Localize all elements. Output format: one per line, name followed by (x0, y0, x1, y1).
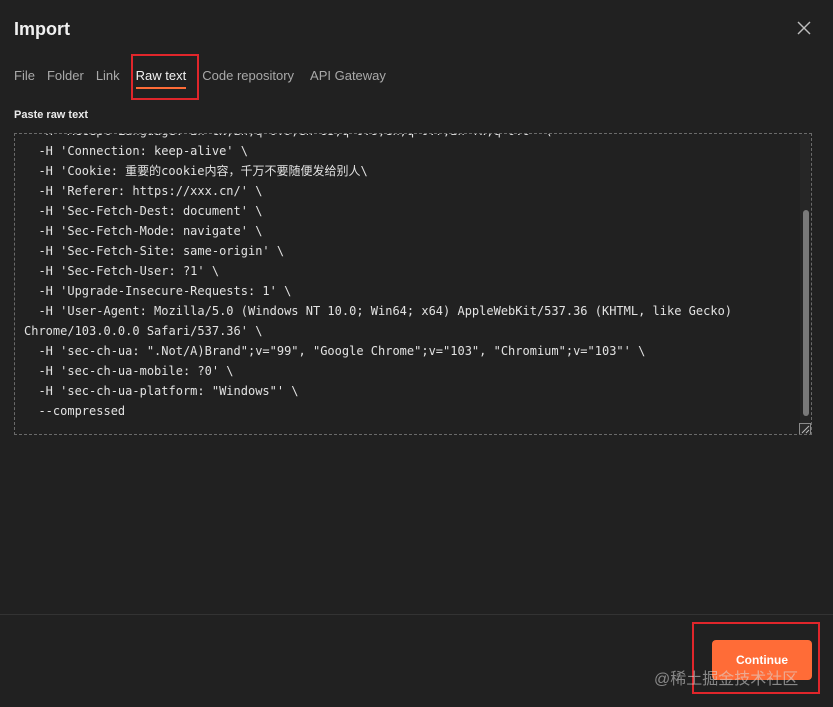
raw-text-line: -H 'sec-ch-ua-platform: "Windows"' \ (24, 384, 299, 398)
tab-api-gateway[interactable]: API Gateway (310, 62, 386, 93)
tab-folder[interactable]: Folder (47, 62, 84, 93)
close-button[interactable] (795, 19, 813, 37)
raw-text-content: -H 'Accept-Language: zh-CN,zh;q=0.9,en-U… (24, 134, 791, 421)
raw-text-line: -H 'Cookie: 重要的cookie内容，千万不要随便发给别人\ (24, 164, 368, 178)
raw-text-line: Chrome/103.0.0.0 Safari/537.36' \ (24, 324, 263, 338)
raw-text-line: -H 'Sec-Fetch-User: ?1' \ (24, 264, 220, 278)
tab-code-repository[interactable]: Code repository (202, 62, 294, 93)
raw-text-line: -H 'Sec-Fetch-Site: same-origin' \ (24, 244, 285, 258)
raw-text-line: -H 'Connection: keep-alive' \ (24, 144, 248, 158)
paste-raw-text-label: Paste raw text (14, 109, 88, 121)
dialog-title: Import (14, 19, 70, 39)
raw-text-line: -H 'Upgrade-Insecure-Requests: 1' \ (24, 284, 292, 298)
close-icon (797, 21, 811, 35)
raw-text-line: -H 'Sec-Fetch-Dest: document' \ (24, 204, 263, 218)
raw-text-line: -H 'Sec-Fetch-Mode: navigate' \ (24, 224, 263, 238)
raw-text-line: --compressed (24, 404, 126, 418)
raw-text-line: -H 'User-Agent: Mozilla/5.0 (Windows NT … (24, 304, 733, 318)
raw-text-line: -H 'Referer: https://xxx.cn/' \ (24, 184, 263, 198)
tab-link[interactable]: Link (96, 62, 120, 93)
raw-text-line: -H 'sec-ch-ua: ".Not/A)Brand";v="99", "G… (24, 344, 646, 358)
continue-button[interactable]: Continue (712, 640, 812, 680)
resize-handle-icon[interactable] (799, 422, 811, 434)
raw-text-input[interactable]: -H 'Accept-Language: zh-CN,zh;q=0.9,en-U… (14, 133, 812, 435)
raw-text-line: -H 'sec-ch-ua-mobile: ?0' \ (24, 364, 234, 378)
tab-file[interactable]: File (14, 62, 35, 93)
tab-raw-text[interactable]: Raw text (135, 62, 186, 93)
footer-divider (0, 614, 833, 615)
scrollbar-thumb[interactable] (803, 210, 809, 416)
raw-text-line: -H 'Accept-Language: zh-CN,zh;q=0.9,en-U… (24, 134, 791, 141)
import-tabs: File Folder Link Raw text Code repositor… (14, 62, 398, 96)
